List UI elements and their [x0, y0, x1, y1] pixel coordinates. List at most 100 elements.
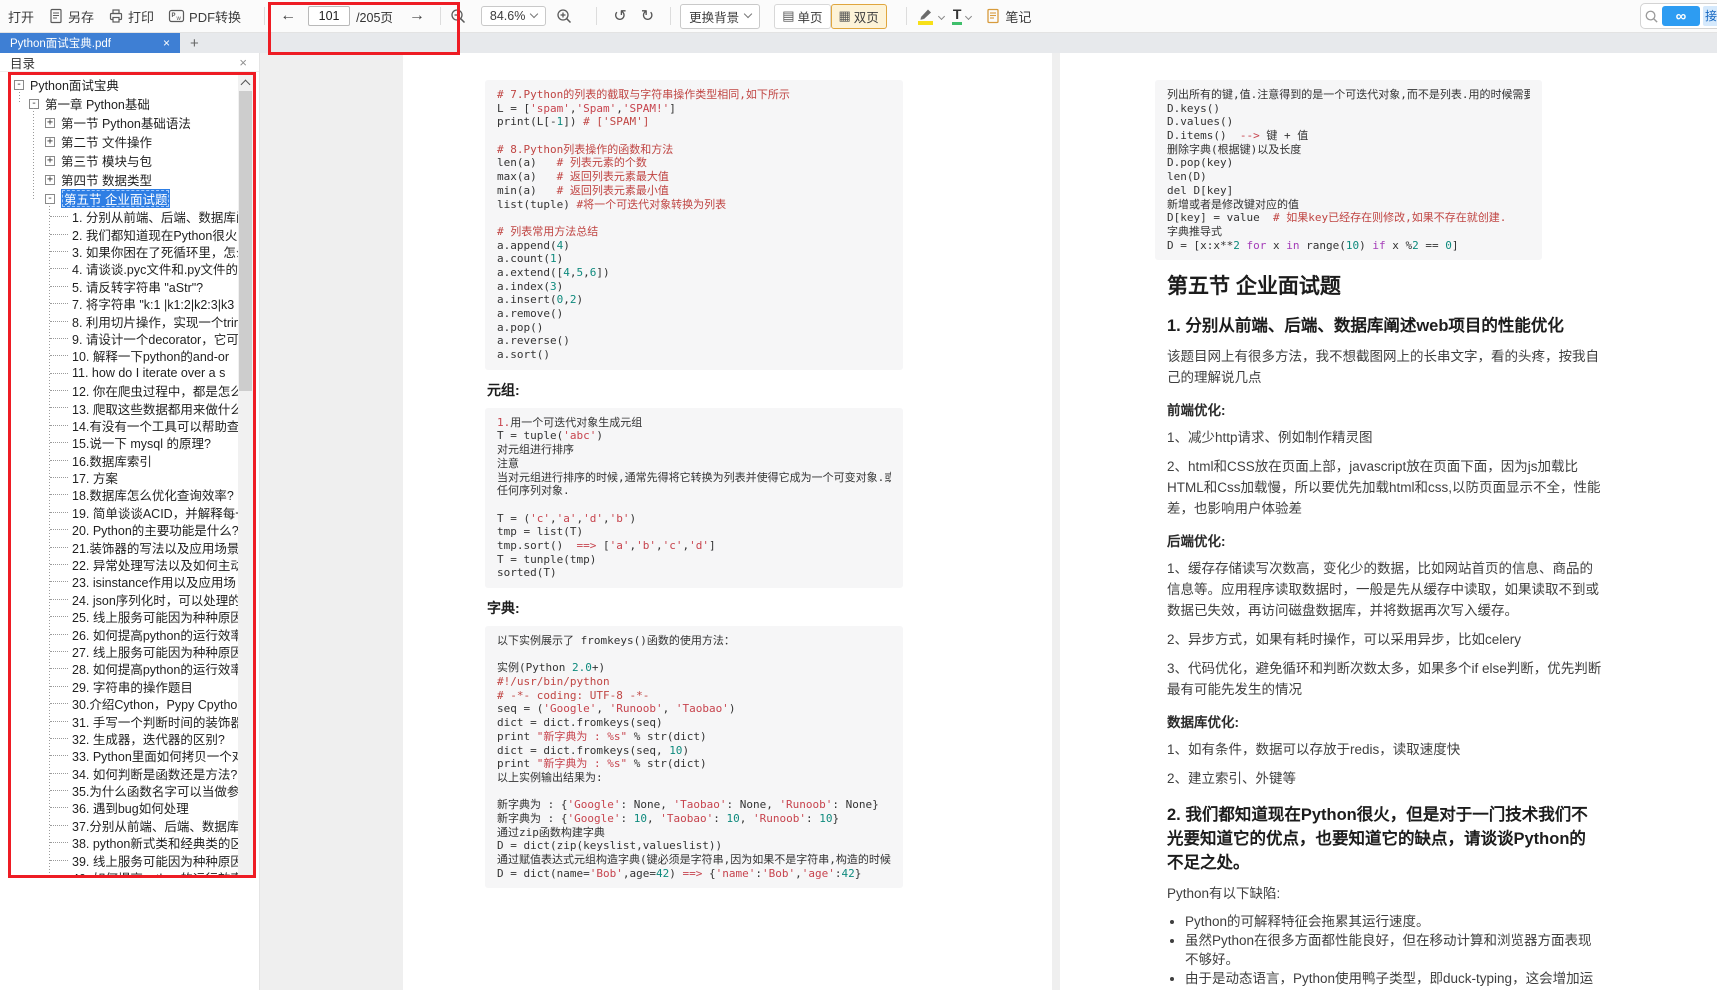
- collapse-icon[interactable]: -: [14, 80, 24, 90]
- toc-item[interactable]: 10. 解释一下python的and-or: [11, 347, 238, 364]
- toc-item[interactable]: 34. 如何判断是函数还是方法?: [11, 765, 238, 782]
- toc-item[interactable]: 9. 请设计一个decorator，它可: [11, 330, 238, 347]
- document-tab[interactable]: Python面试宝典.pdf ×: [0, 33, 180, 53]
- highlighter-button[interactable]: [918, 8, 933, 25]
- toc-item[interactable]: 12. 你在爬虫过程中，都是怎么: [11, 382, 238, 399]
- paragraph: 2、异步方式，如果有耗时操作，可以采用异步，比如celery: [1167, 629, 1602, 650]
- expand-icon[interactable]: +: [45, 175, 55, 185]
- page-number-input[interactable]: [308, 6, 350, 26]
- toc-item[interactable]: 23. isinstance作用以及应用场: [11, 573, 238, 590]
- toc-item[interactable]: 18.数据库怎么优化查询效率?: [11, 486, 238, 503]
- toc-item[interactable]: 40. 如何提高python的运行效率: [11, 869, 238, 875]
- chevron-down-icon[interactable]: [938, 12, 945, 19]
- toc-item[interactable]: 21.装饰器的写法以及应用场景: [11, 538, 238, 555]
- save-as-button[interactable]: 另存: [48, 7, 94, 26]
- tab-close-icon[interactable]: ×: [161, 36, 172, 50]
- toc-item[interactable]: -Python面试宝典: [11, 75, 238, 94]
- toc-item[interactable]: + 第四节 数据类型: [11, 170, 238, 189]
- page-right: 列出所有的键,值.注意得到的是一个可迭代对象,而不是列表.用的时候需要转换D.k…: [1155, 80, 1602, 990]
- zoom-in-button[interactable]: [556, 8, 573, 25]
- toc-item[interactable]: 11. how do I iterate over a s: [11, 365, 238, 382]
- toc-item-label: 第二节 文件操作: [61, 132, 152, 151]
- open-button[interactable]: 打开: [8, 7, 34, 26]
- toc-item[interactable]: 32. 生成器，迭代器的区别?: [11, 730, 238, 747]
- toc-item[interactable]: 3. 如果你困在了死循环里，怎么: [11, 243, 238, 260]
- prev-page-button[interactable]: ←: [274, 7, 302, 25]
- toc-item[interactable]: 37.分别从前端、后端、数据库: [11, 817, 238, 834]
- toc-item-label: 37.分别从前端、后端、数据库: [72, 817, 238, 834]
- toc-item[interactable]: 38. python新式类和经典类的区: [11, 834, 238, 851]
- toc-item[interactable]: -第一章 Python基础: [11, 94, 238, 113]
- paragraph: 1、缓存存储读写次数高，变化少的数据，比如网站首页的信息、商品的信息等。应用程序…: [1167, 558, 1602, 621]
- double-page-button[interactable]: ▦ 双页: [831, 4, 887, 29]
- toc-item[interactable]: 5. 请反转字符串 "aStr"?: [11, 278, 238, 295]
- page-view-toggle: ▤ 单页 ▦ 双页: [774, 4, 887, 29]
- single-page-icon: ▤: [782, 8, 794, 24]
- toc-item-label: 18.数据库怎么优化查询效率?: [72, 486, 234, 503]
- toc-item[interactable]: 19. 简单谈谈ACID，并解释每一: [11, 504, 238, 521]
- change-background-select[interactable]: 更换背景: [680, 4, 760, 29]
- toc-item[interactable]: 20. Python的主要功能是什么?: [11, 521, 238, 538]
- notes-button[interactable]: 笔记: [985, 7, 1031, 26]
- new-tab-button[interactable]: +: [180, 33, 209, 53]
- toc-item[interactable]: 27. 线上服务可能因为种种原因: [11, 643, 238, 660]
- toc-item[interactable]: + 第二节 文件操作: [11, 132, 238, 151]
- toc-item[interactable]: 28. 如何提高python的运行效率: [11, 660, 238, 677]
- expand-icon[interactable]: +: [45, 156, 55, 166]
- pdf-convert-button[interactable]: Pw PDF转换: [168, 7, 241, 26]
- toc-item-label: 36. 遇到bug如何处理: [72, 799, 189, 816]
- expand-icon[interactable]: +: [45, 137, 55, 147]
- toc-item-label: 25. 线上服务可能因为种种原因: [72, 608, 238, 625]
- toc-item[interactable]: 30.介绍Cython，Pypy Cpytho: [11, 695, 238, 712]
- zoom-out-button[interactable]: [450, 8, 467, 25]
- scrollbar-up-arrow-icon[interactable]: [238, 75, 253, 90]
- toc-item[interactable]: 22. 异常处理写法以及如何主动: [11, 556, 238, 573]
- rotate-left-button[interactable]: ↺: [606, 6, 633, 26]
- toc-item[interactable]: 29. 字符串的操作题目: [11, 678, 238, 695]
- toc-item[interactable]: 24. json序列化时，可以处理的: [11, 591, 238, 608]
- toc-item[interactable]: 14.有没有一个工具可以帮助查: [11, 417, 238, 434]
- toc-item-label: 2. 我们都知道现在Python很火: [72, 225, 237, 242]
- toc-item[interactable]: 7. 将字符串 "k:1 |k1:2|k2:3|k3: [11, 295, 238, 312]
- zoom-in-icon: [556, 8, 573, 25]
- toc-item[interactable]: 33. Python里面如何拷贝一个对: [11, 747, 238, 764]
- expand-icon[interactable]: +: [45, 118, 55, 128]
- toc-item[interactable]: 39. 线上服务可能因为种种原因: [11, 851, 238, 868]
- infinity-button[interactable]: ∞: [1662, 6, 1700, 26]
- toc-item[interactable]: 25. 线上服务可能因为种种原因: [11, 608, 238, 625]
- toc-item[interactable]: 26. 如何提高python的运行效率: [11, 625, 238, 642]
- toc-item[interactable]: 2. 我们都知道现在Python很火: [11, 225, 238, 242]
- search-box[interactable]: ∞ 接: [1640, 3, 1717, 29]
- print-button[interactable]: 打印: [108, 7, 154, 26]
- collapse-icon[interactable]: -: [45, 194, 55, 204]
- next-page-button[interactable]: →: [403, 7, 431, 25]
- toc-item[interactable]: 8. 利用切片操作，实现一个trim: [11, 312, 238, 329]
- scrollbar-thumb[interactable]: [239, 91, 252, 391]
- paragraph: 1、如有条件，数据可以存放于redis，读取速度快: [1167, 739, 1602, 760]
- toc-item[interactable]: 31. 手写一个判断时间的装饰器: [11, 712, 238, 729]
- toc-item[interactable]: 17. 方案: [11, 469, 238, 486]
- tab-bar: Python面试宝典.pdf × +: [0, 33, 1717, 53]
- toc-item[interactable]: 1. 分别从前端、后端、数据库阐: [11, 208, 238, 225]
- toc-item[interactable]: +第三节 模块与包: [11, 151, 238, 170]
- chevron-down-icon[interactable]: [965, 12, 972, 19]
- toc-item[interactable]: 15.说一下 mysql 的原理?: [11, 434, 238, 451]
- rotate-right-button[interactable]: ↻: [634, 6, 661, 26]
- toc-item[interactable]: 4. 请谈谈.pyc文件和.py文件的: [11, 260, 238, 277]
- toc-item[interactable]: 13. 爬取这些数据都用来做什么: [11, 399, 238, 416]
- single-page-button[interactable]: ▤ 单页: [774, 4, 830, 29]
- text-tool-button[interactable]: T: [952, 7, 963, 25]
- zoom-level-select[interactable]: 84.6%: [481, 6, 546, 26]
- toc-item[interactable]: +第一节 Python基础语法: [11, 113, 238, 132]
- question-heading: 2. 我们都知道现在Python很火，但是对于一门技术我们不光要知道它的优点，也…: [1167, 803, 1602, 875]
- toc-item-label: 第四节 数据类型: [61, 170, 152, 189]
- toc-item[interactable]: 16.数据库索引: [11, 451, 238, 468]
- toc-item[interactable]: -第五节 企业面试题: [11, 189, 238, 208]
- toc-scrollbar[interactable]: [238, 75, 253, 875]
- toc-item-label: 38. python新式类和经典类的区: [72, 834, 238, 851]
- toc-item[interactable]: 36. 遇到bug如何处理: [11, 799, 238, 816]
- sidebar-close-icon[interactable]: ×: [239, 55, 247, 70]
- collapse-icon[interactable]: -: [29, 99, 39, 109]
- paragraph: 2、建立索引、外键等: [1167, 768, 1602, 789]
- toc-item[interactable]: 35.为什么函数名字可以当做参: [11, 782, 238, 799]
